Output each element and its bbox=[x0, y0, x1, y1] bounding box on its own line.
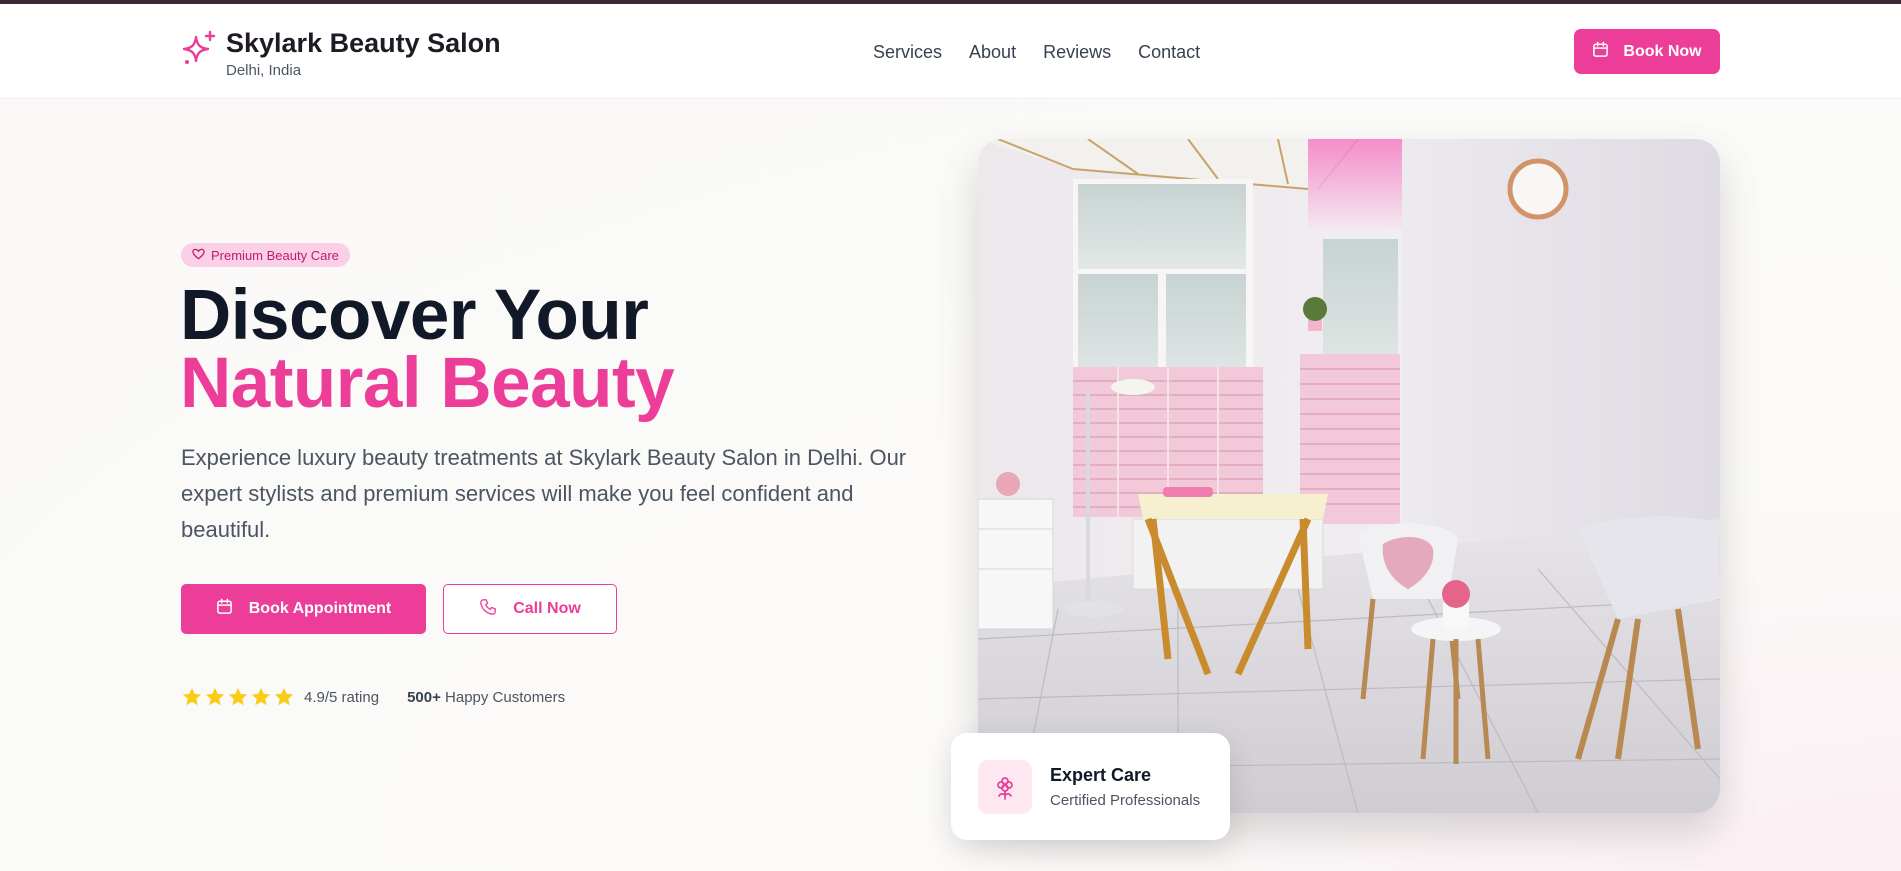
hero-title: Discover Your Natural Beauty bbox=[180, 276, 675, 423]
heart-icon bbox=[192, 248, 205, 263]
calendar-icon bbox=[216, 598, 233, 620]
premium-badge: Premium Beauty Care bbox=[181, 243, 350, 267]
customers-label: Happy Customers bbox=[445, 688, 566, 706]
main-nav: Services About Reviews Contact bbox=[873, 42, 1227, 63]
flower-icon bbox=[978, 759, 1032, 814]
call-now-label: Call Now bbox=[513, 600, 581, 617]
book-now-button[interactable]: Book Now bbox=[1574, 29, 1720, 74]
happy-customers: 500+ Happy Customers bbox=[407, 689, 565, 706]
brand-name: Skylark Beauty Salon bbox=[226, 28, 501, 58]
brand[interactable]: Skylark Beauty Salon Delhi, India bbox=[180, 26, 501, 79]
sparkles-icon bbox=[180, 26, 218, 70]
card-subtitle: Certified Professionals bbox=[1050, 791, 1201, 809]
nav-item-services[interactable]: Services bbox=[873, 42, 942, 63]
call-now-button[interactable]: Call Now bbox=[443, 584, 617, 634]
nav-item-about[interactable]: About bbox=[969, 42, 1016, 63]
expert-care-card: Expert Care Certified Professionals bbox=[951, 733, 1230, 840]
brand-location: Delhi, India bbox=[226, 62, 302, 79]
hero-title-line1: Discover Your bbox=[180, 276, 649, 355]
nav-item-contact[interactable]: Contact bbox=[1138, 42, 1200, 63]
phone-icon bbox=[479, 598, 497, 621]
hero-description: Experience luxury beauty treatments at S… bbox=[181, 445, 907, 542]
star-icon bbox=[205, 687, 225, 706]
star-icon bbox=[228, 687, 248, 706]
rating-row: 4.9/5 rating 500+ Happy Customers bbox=[181, 686, 565, 708]
site-header: Skylark Beauty Salon Delhi, India Servic… bbox=[0, 4, 1901, 99]
card-title: Expert Care bbox=[1050, 764, 1152, 785]
book-now-label: Book Now bbox=[1623, 42, 1702, 60]
customers-count: 500+ bbox=[407, 688, 441, 706]
rating-stars bbox=[181, 686, 295, 708]
star-icon bbox=[251, 687, 271, 706]
star-icon bbox=[182, 687, 202, 706]
salon-room-photo bbox=[978, 139, 1720, 813]
book-appointment-button[interactable]: Book Appointment bbox=[181, 584, 426, 634]
star-icon bbox=[274, 687, 294, 706]
book-appointment-label: Book Appointment bbox=[248, 600, 392, 617]
rating-text: 4.9/5 rating bbox=[304, 688, 380, 706]
badge-text: Premium Beauty Care bbox=[211, 247, 339, 263]
nav-item-reviews[interactable]: Reviews bbox=[1043, 42, 1111, 63]
calendar-icon bbox=[1592, 41, 1609, 63]
hero-title-line2: Natural Beauty bbox=[180, 344, 675, 423]
